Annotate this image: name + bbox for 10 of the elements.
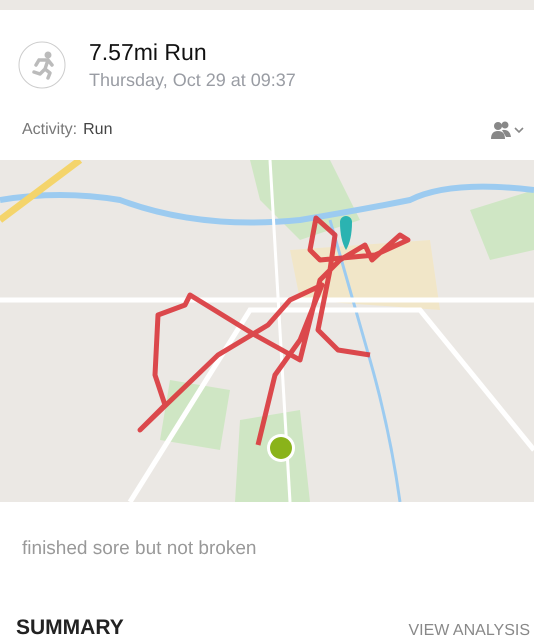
activity-label: Activity: — [22, 121, 78, 139]
activity-type: Run — [83, 121, 112, 139]
summary-heading: SUMMARY — [16, 616, 124, 640]
activity-date: Thursday, Oct 29 at 09:37 — [89, 70, 296, 91]
activity-note: finished sore but not broken — [21, 537, 258, 561]
runner-icon — [18, 41, 66, 89]
privacy-dropdown[interactable] — [490, 120, 524, 140]
people-icon — [490, 120, 524, 140]
view-analysis-link[interactable]: VIEW ANALYSIS — [408, 622, 530, 640]
activity-title: 7.57mi Run — [89, 39, 208, 66]
